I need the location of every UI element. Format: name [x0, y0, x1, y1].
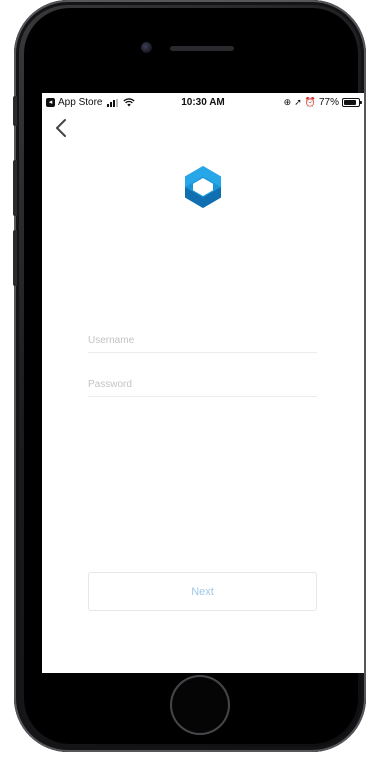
mute-switch: [13, 96, 17, 126]
back-button[interactable]: [50, 117, 72, 139]
device-frame: ◂ App Store 10:30 AM ⊕ ➚ ⏰ 77% Username …: [0, 0, 369, 758]
front-camera: [141, 42, 152, 53]
battery-percent: 77%: [318, 97, 339, 108]
location-lock-icon: ⊕: [283, 97, 292, 107]
battery-icon: [342, 98, 362, 107]
location-arrow-icon: ➚: [294, 97, 302, 107]
chevron-left-icon: [56, 119, 66, 137]
app-screen: ◂ App Store 10:30 AM ⊕ ➚ ⏰ 77% Username …: [42, 93, 364, 673]
alarm-icon: ⏰: [304, 97, 316, 107]
earpiece-speaker: [170, 46, 234, 51]
home-button[interactable]: [172, 677, 228, 733]
next-button[interactable]: Next: [88, 572, 317, 611]
status-bar-right: ⊕ ➚ ⏰ 77%: [283, 97, 362, 108]
username-input[interactable]: [88, 328, 317, 353]
password-input[interactable]: [88, 372, 317, 397]
volume-up-button: [13, 160, 17, 216]
volume-down-button: [13, 230, 17, 286]
hexagon-logo-icon: [185, 166, 221, 208]
status-bar: ◂ App Store 10:30 AM ⊕ ➚ ⏰ 77%: [42, 93, 364, 113]
